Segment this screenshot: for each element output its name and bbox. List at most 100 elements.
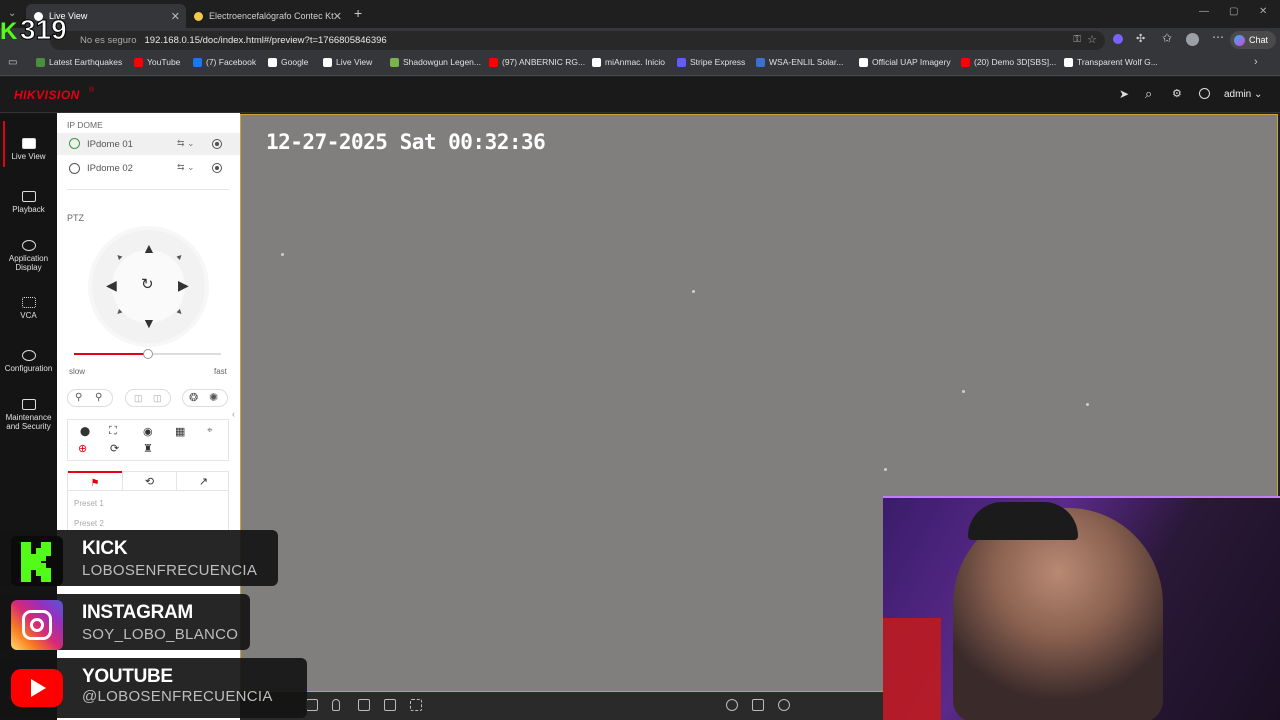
preset-item[interactable]: Preset 2 bbox=[74, 519, 104, 528]
camera-item-ipdome-02[interactable]: IPdome 02 ⇆ ⌄ bbox=[57, 157, 240, 179]
bookmark-label: Transparent Wolf G... bbox=[1077, 57, 1158, 67]
ptz-direction-pad: ▲ ▼ ◀ ▶ ▲ ▲ ▲ ▲ ↻ bbox=[92, 230, 205, 343]
search-icon[interactable]: ⌕ bbox=[1145, 86, 1152, 102]
tab-close-icon[interactable]: ✕ bbox=[171, 10, 180, 23]
speed-slider-fill bbox=[74, 353, 148, 355]
tab-patterns[interactable]: ↗ bbox=[176, 472, 230, 490]
iris-button-group: ❂ ✺ bbox=[182, 389, 228, 407]
bookmark-item[interactable]: Google bbox=[268, 57, 308, 67]
bookmarks-overflow-icon[interactable]: › bbox=[1254, 56, 1258, 68]
lens-init-icon[interactable]: ▦ bbox=[175, 425, 185, 438]
url-text[interactable]: 192.168.0.15/doc/index.html#/preview?t=1… bbox=[145, 35, 387, 46]
nav-playback[interactable]: Playback bbox=[0, 191, 57, 214]
nav-configuration[interactable]: Configuration bbox=[0, 350, 57, 373]
bookmark-item[interactable]: Live View bbox=[323, 57, 372, 67]
stream-select-icon[interactable]: ⇆ ⌄ bbox=[177, 162, 195, 173]
speed-slider-handle[interactable] bbox=[142, 349, 153, 359]
star-dot bbox=[1086, 403, 1089, 406]
kick-viewer-number: 319 bbox=[20, 14, 68, 46]
tab-presets[interactable]: ⚑ bbox=[68, 471, 122, 491]
youtube-platform-label: YOUTUBE bbox=[82, 666, 173, 687]
iris-open-icon[interactable]: ✺ bbox=[209, 391, 218, 404]
youtube-overlay: YOUTUBE @LOBOSENFRECUENCIA bbox=[0, 658, 307, 718]
ptz-down-arrow-icon[interactable]: ▼ bbox=[142, 315, 156, 331]
ptz-right-arrow-icon[interactable]: ▶ bbox=[178, 277, 189, 294]
nav-maintenance-security[interactable]: Maintenance and Security bbox=[0, 399, 57, 431]
ptz-up-right-arrow-icon[interactable]: ▲ bbox=[174, 251, 186, 263]
new-tab-button[interactable]: + bbox=[354, 5, 362, 21]
previous-page-icon[interactable] bbox=[726, 699, 738, 711]
bookmark-item[interactable]: (7) Facebook bbox=[193, 57, 256, 67]
capture-icon[interactable] bbox=[306, 699, 318, 711]
record-clip-icon[interactable] bbox=[358, 699, 370, 711]
bookmark-item[interactable]: (97) ANBERNIC RG... bbox=[489, 57, 585, 67]
bookmark-item[interactable]: Stripe Express bbox=[677, 57, 745, 67]
tab-close-icon[interactable]: ✕ bbox=[333, 10, 342, 23]
digital-zoom-icon[interactable] bbox=[384, 699, 396, 711]
stream-select-icon[interactable]: ⇆ ⌄ bbox=[177, 138, 195, 149]
favorites-icon[interactable]: ✩ bbox=[1162, 31, 1172, 45]
bookmark-item[interactable]: Shadowgun Legen... bbox=[390, 57, 481, 67]
webcam-red-lamp bbox=[883, 618, 941, 720]
bookmark-favicon-icon bbox=[193, 57, 202, 67]
help-icon[interactable] bbox=[1199, 88, 1210, 99]
bookmark-item[interactable]: (20) Demo 3D[SBS]... bbox=[961, 57, 1056, 67]
instagram-platform-label: INSTAGRAM bbox=[82, 602, 193, 623]
star-dot bbox=[962, 390, 965, 393]
nav-label: Configuration bbox=[4, 364, 53, 373]
camera-item-ipdome-01[interactable]: IPdome 01 ⇆ ⌄ bbox=[57, 133, 240, 155]
ptz-left-arrow-icon[interactable]: ◀ bbox=[106, 277, 117, 294]
park-icon[interactable]: ⟳ bbox=[110, 442, 119, 455]
wiper-icon[interactable]: ⛶ bbox=[109, 425, 117, 438]
kick-handle: LOBOSENFRECUENCIA bbox=[82, 562, 258, 579]
send-icon[interactable]: ➤ bbox=[1119, 87, 1129, 101]
profile-avatar[interactable] bbox=[1186, 33, 1199, 46]
password-key-icon[interactable]: ⚿ bbox=[1073, 34, 1081, 45]
next-page-icon[interactable] bbox=[778, 699, 790, 711]
microphone-icon[interactable] bbox=[332, 699, 340, 711]
bookmarks-sidebar-icon[interactable]: ▭ bbox=[8, 57, 17, 68]
zoom-out-icon[interactable]: ⚲ bbox=[75, 392, 82, 403]
preset-item[interactable]: Preset 1 bbox=[74, 499, 104, 508]
focus-far-icon[interactable]: ◫ bbox=[153, 393, 162, 404]
bookmark-item[interactable]: YouTube bbox=[134, 57, 180, 67]
remote-config-icon[interactable]: ⚙ bbox=[1172, 87, 1182, 100]
fullscreen-icon[interactable] bbox=[410, 699, 422, 711]
3d-zoom-icon[interactable]: ⊕ bbox=[78, 442, 87, 455]
extension-icon[interactable] bbox=[1113, 34, 1123, 44]
stop-all-icon[interactable] bbox=[752, 699, 764, 711]
record-button-icon[interactable] bbox=[212, 163, 222, 173]
bookmark-star-icon[interactable]: ☆ bbox=[1087, 33, 1097, 46]
tab-electroencefalografo[interactable]: Electroencefalógrafo Contec Kt88 ✕ bbox=[186, 4, 348, 28]
iris-close-icon[interactable]: ❂ bbox=[189, 391, 198, 404]
nav-live-view[interactable]: Live View bbox=[0, 138, 57, 161]
ptz-auto-scan-icon[interactable]: ↻ bbox=[141, 275, 154, 293]
close-window-icon[interactable]: ✕ bbox=[1259, 6, 1267, 17]
nav-vca[interactable]: VCA bbox=[0, 297, 57, 320]
menu-call-icon[interactable]: ♜ bbox=[143, 442, 153, 455]
camera-name: IPdome 02 bbox=[87, 163, 133, 174]
bookmark-item[interactable]: Official UAP Imagery bbox=[859, 57, 951, 67]
panel-collapse-icon[interactable]: ‹ bbox=[232, 409, 235, 419]
focus-near-icon[interactable]: ◫ bbox=[134, 393, 143, 404]
bookmark-item[interactable]: Latest Earthquakes bbox=[36, 57, 122, 67]
nav-application-display[interactable]: Application Display bbox=[0, 240, 57, 272]
minimize-icon[interactable]: — bbox=[1199, 6, 1209, 17]
one-touch-focus-icon[interactable]: ◉ bbox=[143, 425, 153, 438]
bookmark-item[interactable]: miAnmac. Inicio bbox=[592, 57, 665, 67]
copilot-chat-button[interactable]: Chat bbox=[1230, 31, 1276, 49]
ptz-up-arrow-icon[interactable]: ▲ bbox=[142, 240, 156, 256]
bookmark-item[interactable]: WSA-ENLIL Solar... bbox=[756, 57, 843, 67]
bookmark-item[interactable]: Transparent Wolf G... bbox=[1064, 57, 1158, 67]
zoom-in-icon[interactable]: ⚲ bbox=[95, 392, 102, 403]
browser-menu-icon[interactable]: ⋯ bbox=[1212, 30, 1224, 44]
extensions-puzzle-icon[interactable]: ✣ bbox=[1136, 32, 1145, 45]
record-button-icon[interactable] bbox=[212, 139, 222, 149]
tab-patrols[interactable]: ⟲ bbox=[122, 472, 176, 490]
user-menu[interactable]: admin ⌄ bbox=[1224, 89, 1262, 100]
light-icon[interactable]: ⬤ bbox=[80, 426, 90, 437]
address-bar[interactable]: No es seguro 192.168.0.15/doc/index.html… bbox=[50, 31, 1105, 50]
manual-tracking-icon[interactable]: ⌖ bbox=[207, 425, 213, 436]
maximize-icon[interactable]: ▢ bbox=[1229, 6, 1238, 17]
ptz-speed-slider[interactable] bbox=[74, 349, 221, 359]
